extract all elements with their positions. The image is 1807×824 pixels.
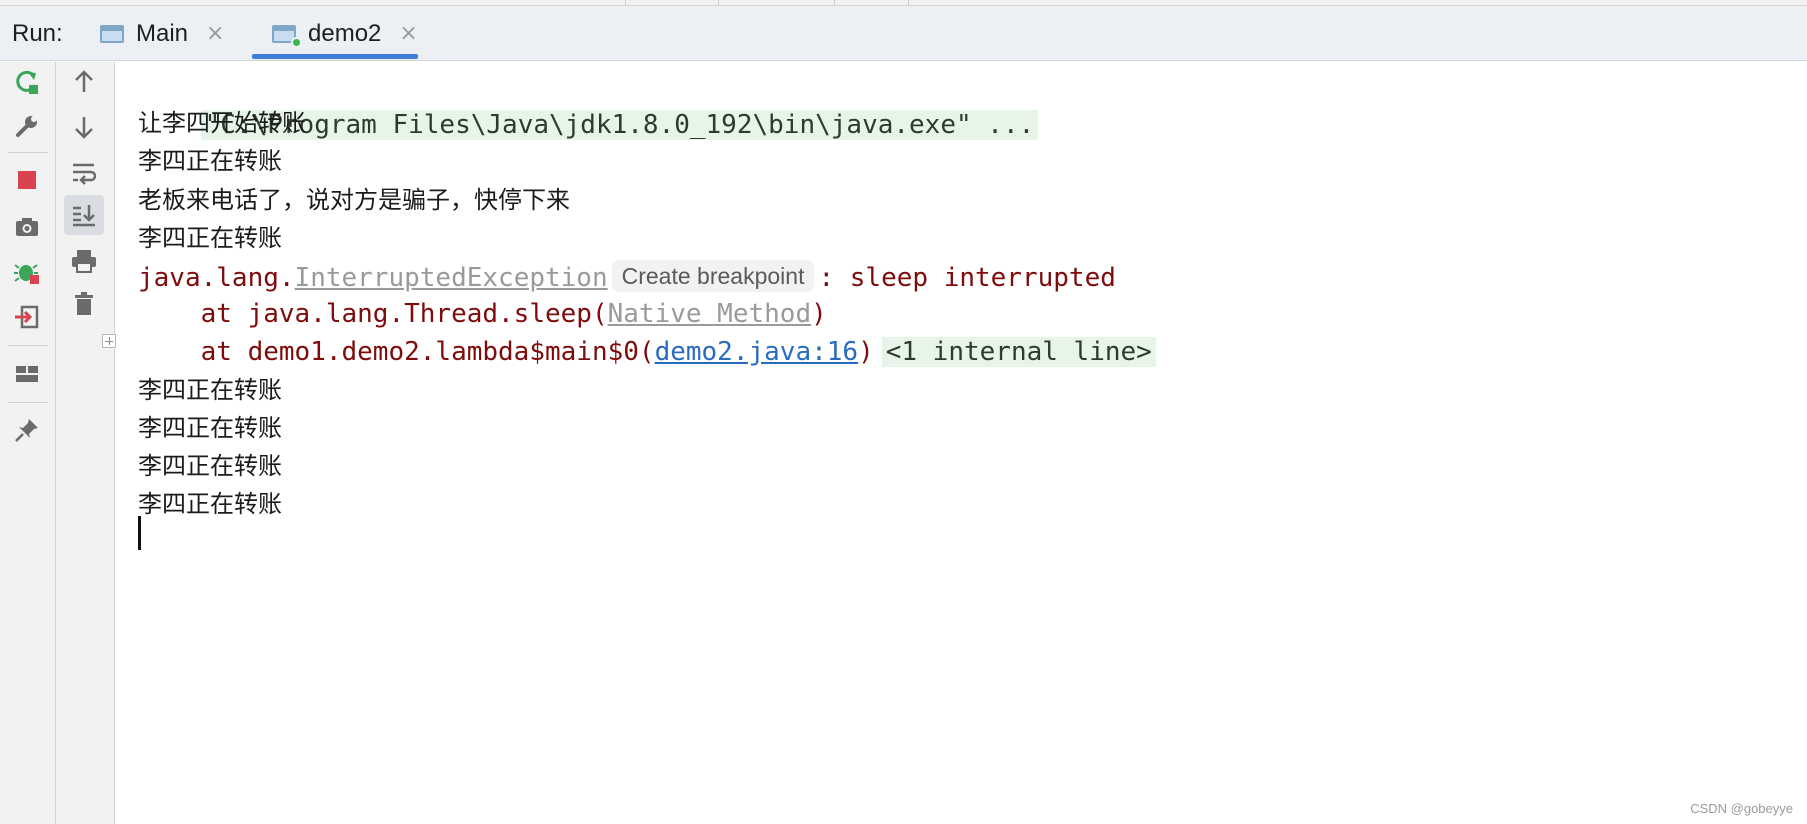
stack-frame-text: at java.lang.Thread.sleep(	[138, 299, 608, 329]
fold-expand-icon[interactable]	[102, 334, 116, 348]
watermark: CSDN @gobeyye	[1690, 801, 1793, 816]
stop-button[interactable]	[7, 160, 47, 200]
layout-icon	[16, 366, 38, 382]
console-line: 老板来电话了，说对方是骗子，快停下来	[138, 186, 570, 214]
clear-all-button[interactable]	[64, 284, 104, 324]
internal-lines-fold[interactable]: <1 internal line>	[881, 337, 1156, 367]
exit-icon	[15, 305, 39, 329]
soft-wrap-icon	[73, 163, 97, 185]
close-icon[interactable]: ×	[399, 22, 417, 45]
console-line: 李四正在转账	[138, 452, 282, 480]
run-tab-bar: Run: Main × demo2 ×	[0, 6, 1807, 61]
create-breakpoint-chip[interactable]: Create breakpoint	[611, 260, 815, 292]
console-line: 李四正在转账	[138, 490, 282, 518]
running-config-icon	[272, 23, 302, 48]
camera-icon	[16, 218, 38, 236]
command-line: "C:\Program Files\Java\jdk1.8.0_192\bin\…	[200, 110, 1039, 140]
stack-frame-text: at demo1.demo2.lambda$main$0(	[138, 337, 655, 367]
rerun-button[interactable]	[7, 62, 47, 102]
debug-icon	[14, 264, 39, 284]
print-button[interactable]	[64, 241, 104, 281]
arrow-up-icon	[75, 70, 93, 92]
close-icon[interactable]: ×	[206, 22, 224, 45]
rerun-icon	[16, 70, 38, 94]
tab-demo2[interactable]: demo2 ×	[252, 6, 450, 61]
pin-tab-button[interactable]	[7, 410, 47, 450]
debug-button[interactable]	[7, 252, 47, 292]
source-file-link[interactable]: demo2.java:16	[655, 337, 859, 367]
run-actions-toolbar	[0, 62, 56, 824]
scroll-to-end-button[interactable]	[64, 195, 104, 235]
toolbar-separator	[8, 152, 48, 153]
settings-button[interactable]	[7, 106, 47, 146]
pin-icon	[15, 419, 38, 442]
console-line-stack: at java.lang.Thread.sleep(Native Method)	[138, 294, 827, 334]
scroll-to-end-icon	[73, 205, 95, 227]
console-line: 李四正在转账	[138, 147, 282, 175]
console-line: 李四正在转账	[138, 224, 282, 252]
console-line: 李四正在转账	[138, 414, 282, 442]
native-method-link[interactable]: Native Method	[608, 299, 812, 329]
toolbar-separator	[8, 402, 48, 403]
console-line: 让李四开始转账	[138, 109, 306, 137]
print-icon	[72, 250, 96, 273]
run-config-icon	[100, 23, 126, 45]
exception-class-link[interactable]: InterruptedException	[295, 263, 608, 293]
active-tab-indicator	[252, 54, 418, 59]
exception-package: java.lang.	[138, 263, 295, 293]
console-output[interactable]: "C:\Program Files\Java\jdk1.8.0_192\bin\…	[102, 62, 1807, 824]
console-line: 李四正在转账	[138, 376, 282, 404]
exception-message: : sleep interrupted	[818, 263, 1116, 293]
console-line-stack: at demo1.demo2.lambda$main$0(demo2.java:…	[138, 332, 1156, 372]
dump-threads-button[interactable]	[7, 207, 47, 247]
exit-button[interactable]	[7, 297, 47, 337]
stack-frame-close: )	[811, 299, 827, 329]
console-line-command: "C:\Program Files\Java\jdk1.8.0_192\bin\…	[138, 65, 1039, 140]
previous-occurrence-button[interactable]	[64, 62, 104, 102]
toolbar-separator	[8, 345, 48, 346]
arrow-down-icon	[75, 117, 93, 139]
wrench-icon	[16, 116, 37, 137]
stack-frame-close: )	[858, 337, 874, 367]
tab-main-title: Main	[136, 19, 189, 47]
soft-wrap-button[interactable]	[64, 152, 104, 192]
layout-button[interactable]	[7, 354, 47, 394]
trash-icon	[75, 292, 93, 315]
text-caret	[138, 516, 141, 550]
tab-main[interactable]: Main ×	[100, 6, 242, 61]
run-label: Run:	[12, 20, 63, 47]
console-actions-toolbar	[56, 62, 115, 824]
next-occurrence-button[interactable]	[64, 107, 104, 147]
stop-icon	[18, 171, 36, 189]
tab-demo2-title: demo2	[308, 19, 382, 47]
console-line-exception: java.lang.InterruptedException Create bre…	[138, 256, 1116, 296]
